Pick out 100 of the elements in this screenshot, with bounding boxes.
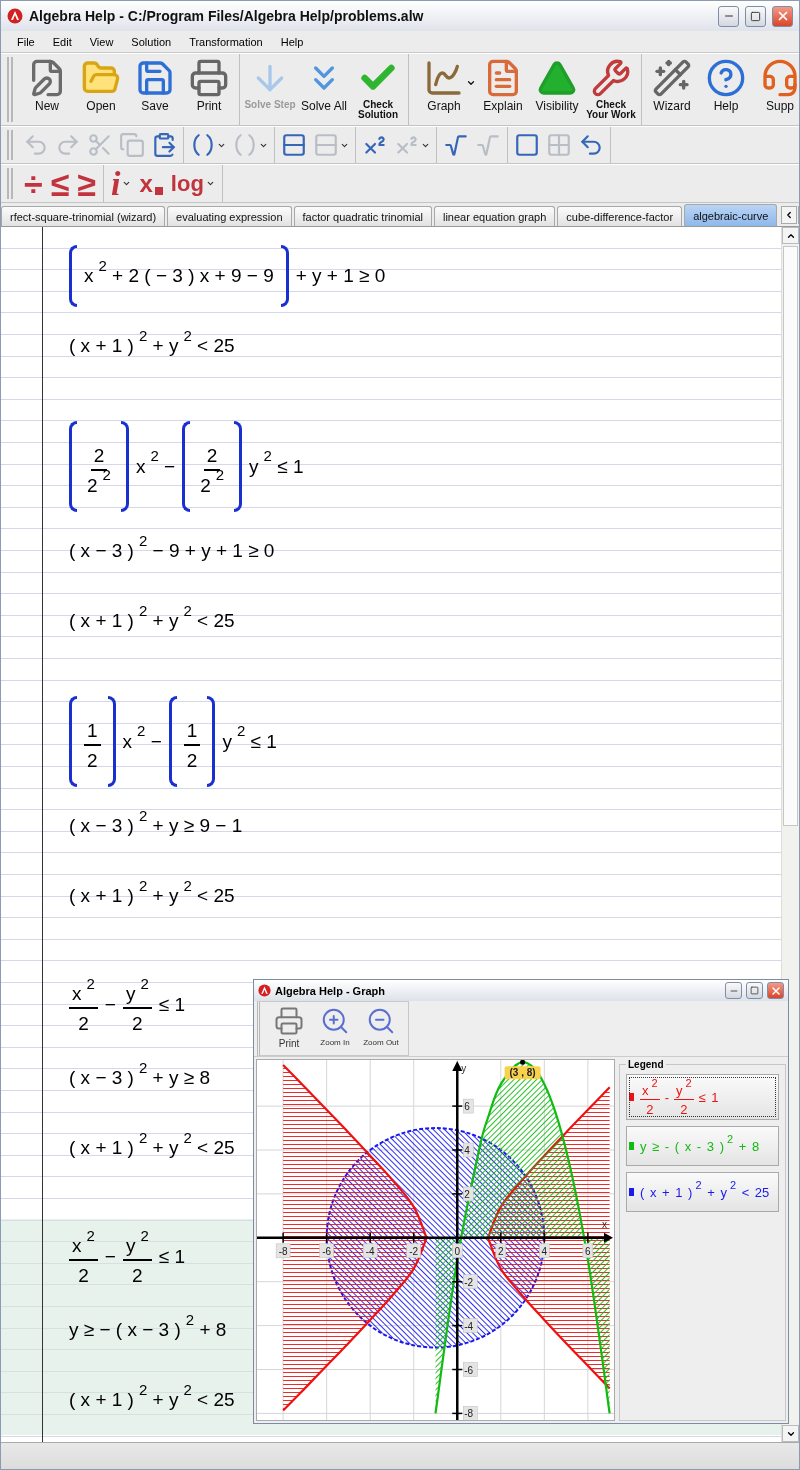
math-expression: 1 2 x$^{2}$ − 1 2 y$^{2}$ ≤ 1 — [69, 692, 277, 791]
toolbar-button[interactable]: Supp — [753, 55, 799, 124]
tick-label: -2 — [463, 1274, 478, 1289]
y-tick-label: -8 — [464, 1408, 474, 1420]
symbol-button[interactable]: ≤ — [46, 166, 74, 201]
point-label: (3 , 8) — [504, 1066, 541, 1080]
menu-item[interactable]: View — [81, 33, 122, 50]
scroll-thumb[interactable] — [783, 246, 798, 826]
parentheses-icon — [232, 132, 258, 158]
undo-icon — [23, 132, 49, 158]
toolbar-grip[interactable] — [7, 168, 13, 199]
close-button[interactable] — [772, 5, 793, 27]
legend-title: Legend — [627, 1059, 665, 1070]
fraction-icon — [281, 132, 307, 158]
symbol-button[interactable]: x — [135, 166, 167, 201]
toolbar-button[interactable]: Check Solution — [351, 55, 405, 124]
math-expression: x$^{2}$ + 2 ( − 3 ) x + 9 − 9 + y + 1 ≥ 0 — [69, 241, 386, 311]
toolbar-grip[interactable] — [7, 57, 13, 122]
tick-label: -8 — [463, 1406, 478, 1421]
menu-item[interactable]: File — [9, 33, 43, 50]
app-logo-icon — [258, 984, 271, 997]
legend-item[interactable]: x$^{2}$ 2 - y$^{2}$ 2 ≤ 1 — [626, 1074, 779, 1120]
toolbar-button[interactable]: Visibility — [530, 55, 584, 124]
maximize-icon — [750, 10, 761, 22]
wand-icon — [652, 57, 692, 98]
toolbar-button[interactable]: Print — [266, 1003, 312, 1054]
tick-label: 0 — [452, 1243, 463, 1259]
menu-item[interactable]: Help — [272, 33, 312, 50]
maximize-button[interactable] — [745, 5, 766, 27]
toolbar-grip[interactable] — [7, 130, 13, 160]
tick-label: -4 — [463, 1318, 478, 1333]
scroll-up-button[interactable] — [782, 227, 799, 244]
math-expression: x$^{2}$ 2 − y$^{2}$ 2 ≤ 1 — [69, 967, 186, 1043]
tick-label: 4 — [539, 1243, 550, 1259]
toolbar-button[interactable]: Graph — [412, 55, 476, 124]
minimize-button[interactable] — [718, 5, 739, 27]
toolbar-button[interactable]: New — [20, 55, 74, 124]
square-icon — [514, 132, 540, 158]
scroll-down-button[interactable] — [782, 1425, 799, 1442]
math-expression: ( x + 1 )$^{2}$ + y$^{2}$ < 25 — [69, 875, 235, 908]
document-tab[interactable]: cube-difference-factor — [557, 206, 683, 226]
math-expression: y ≥ − ( x − 3 )$^{2}$ + 8 — [69, 1309, 227, 1342]
clipboard-icon — [151, 132, 177, 158]
toolbar-button[interactable]: Solve All — [297, 55, 351, 124]
menu-item[interactable]: Edit — [44, 33, 80, 50]
toolbar-button[interactable]: Wizard — [645, 55, 699, 124]
tick-label: -8 — [275, 1243, 291, 1259]
window-title: Algebra Help - C:/Program Files/Algebra Help/problems.alw — [29, 8, 425, 24]
symbol-button[interactable]: i — [107, 166, 136, 201]
math-expression: ( x − 3 )$^{2}$ − 9 + y + 1 ≥ 0 — [69, 530, 275, 563]
copy-icon — [119, 132, 145, 158]
document-tab[interactable]: evaluating expression — [167, 206, 292, 226]
tick-label: 2 — [463, 1186, 474, 1202]
toolbar-button[interactable]: Check Your Work — [584, 55, 638, 124]
y-tick-label: -4 — [464, 1320, 474, 1332]
document-tab[interactable]: algebraic-curve — [684, 204, 778, 226]
toolbar-button[interactable]: Zoom In — [312, 1003, 358, 1054]
square-root-icon — [475, 132, 501, 158]
parentheses-icon — [190, 132, 216, 158]
close-icon — [769, 984, 782, 997]
axis-label: x — [602, 1218, 607, 1230]
toolbar-button[interactable]: Open — [74, 55, 128, 124]
help-icon — [706, 57, 746, 98]
tick-label: -2 — [406, 1243, 421, 1259]
close-button[interactable] — [767, 982, 784, 999]
symbol-button[interactable]: ÷ — [20, 166, 47, 201]
grid-icon — [546, 132, 572, 158]
menu-item[interactable]: Solution — [123, 33, 180, 50]
toolbar-button[interactable]: Zoom Out — [358, 1003, 404, 1054]
toolbar-button[interactable]: Print — [182, 55, 236, 124]
window-title: Algebra Help - Graph — [275, 984, 387, 997]
point-marker — [520, 1059, 526, 1065]
menu-item[interactable]: Transformation — [181, 33, 271, 50]
math-expression: ( x − 3 )$^{2}$ + y ≥ 9 − 1 — [69, 805, 243, 838]
y-tick-label: -6 — [464, 1364, 474, 1376]
symbol-button[interactable]: ≥ — [73, 166, 100, 201]
axis-label: y — [461, 1063, 467, 1074]
tick-label: -6 — [319, 1243, 334, 1259]
annotation: (3 , 8) — [509, 1067, 536, 1079]
math-expression: x$^{2}$ 2 − y$^{2}$ 2 ≤ 1 — [69, 1219, 186, 1295]
tick-label: -6 — [463, 1362, 478, 1377]
document-tab[interactable]: factor quadratic trinomial — [293, 206, 432, 226]
math-expression: ( x + 1 )$^{2}$ + y$^{2}$ < 25 — [69, 600, 235, 633]
subscript-box-icon — [154, 186, 163, 195]
maximize-button[interactable] — [746, 982, 763, 999]
symbol-button[interactable]: log — [166, 166, 219, 201]
legend-item[interactable]: ( x + 1 )$^{2}$ + y$^{2}$ < 25 — [626, 1172, 779, 1212]
y-tick-label: -2 — [464, 1276, 474, 1288]
wrench-icon — [591, 57, 631, 98]
document-tab[interactable]: linear equation graph — [433, 206, 556, 226]
math-expression: ( x + 1 )$^{2}$ + y$^{2}$ < 25 — [69, 1379, 235, 1412]
tick-label: -4 — [362, 1243, 378, 1259]
document-tab[interactable]: rfect-square-trinomial (wizard) — [1, 206, 166, 226]
math-expression: ( x + 1 )$^{2}$ + y$^{2}$ < 25 — [69, 1127, 235, 1160]
toolbar-button[interactable]: Help — [699, 55, 753, 124]
undo-icon — [578, 132, 604, 158]
toolbar-button[interactable]: Explain — [476, 55, 530, 124]
scroll-left-button[interactable] — [781, 206, 798, 224]
toolbar-button[interactable]: Save — [128, 55, 182, 124]
minimize-button[interactable] — [725, 982, 742, 999]
